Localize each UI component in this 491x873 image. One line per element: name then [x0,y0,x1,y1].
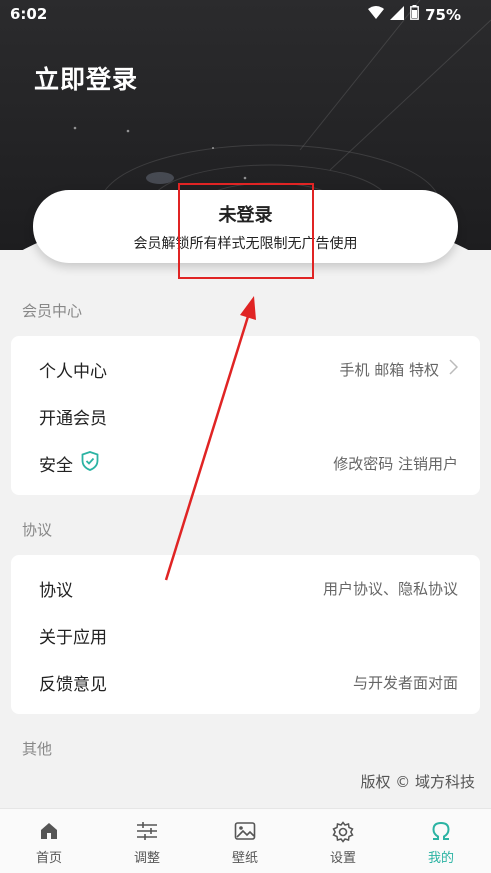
row-feedback[interactable]: 反馈意见 与开发者面对面 [39,667,458,697]
row-label: 反馈意见 [39,674,107,695]
tab-label: 首页 [35,851,62,866]
tab-mine[interactable]: 我的 [392,809,490,873]
row-about-app[interactable]: 关于应用 [39,620,458,650]
battery-icon [410,5,419,24]
tab-label: 我的 [427,851,454,866]
row-security[interactable]: 安全 修改密码 注销用户 [39,448,458,478]
tab-label: 设置 [329,851,356,866]
signal-icon [390,5,405,24]
shield-check-icon [81,451,99,475]
row-value: 修改密码 注销用户 [333,454,458,473]
annotation-highlight-box [178,183,314,279]
row-open-vip[interactable]: 开通会员 [39,401,458,431]
tab-wallpaper[interactable]: 壁纸 [196,809,294,873]
login-title[interactable]: 立即登录 [34,60,138,96]
image-icon [196,821,294,843]
status-time: 6:02 [10,5,48,23]
tab-adjust[interactable]: 调整 [98,809,196,873]
row-label: 个人中心 [39,361,107,382]
section-title-other: 其他 [22,740,53,758]
wifi-icon [368,5,385,24]
bottom-tab-bar: 首页 调整 壁纸 设置 我的 [0,808,491,873]
sliders-icon [98,821,196,843]
battery-percent: 75% [425,5,461,24]
chevron-right-icon [449,358,459,380]
member-card: 个人中心 手机 邮箱 特权 开通会员 安全 修改密码 注销用户 [11,336,480,495]
row-value: 与开发者面对面 [352,673,458,692]
row-value: 手机 邮箱 特权 [339,360,439,379]
protocol-card: 协议 用户协议、隐私协议 关于应用 反馈意见 与开发者面对面 [11,555,480,714]
row-personal-center[interactable]: 个人中心 手机 邮箱 特权 [39,354,459,384]
row-label: 关于应用 [39,627,107,648]
row-value: 用户协议、隐私协议 [322,579,458,598]
row-protocol[interactable]: 协议 用户协议、隐私协议 [39,573,458,603]
row-label: 协议 [39,580,73,601]
row-label: 安全 [39,455,73,476]
section-title-member: 会员中心 [22,302,83,320]
omega-icon [392,821,490,843]
tab-label: 调整 [133,851,160,866]
copyright-text: 版权 © 域方科技 [360,773,475,791]
row-label: 开通会员 [39,408,107,429]
tab-label: 壁纸 [231,851,258,866]
home-icon [0,821,98,843]
gear-icon [294,821,392,843]
status-bar: 6:02 75% [0,0,491,28]
tab-home[interactable]: 首页 [0,809,98,873]
status-indicators: 75% [368,5,461,24]
section-title-protocol: 协议 [22,521,53,539]
tab-settings[interactable]: 设置 [294,809,392,873]
